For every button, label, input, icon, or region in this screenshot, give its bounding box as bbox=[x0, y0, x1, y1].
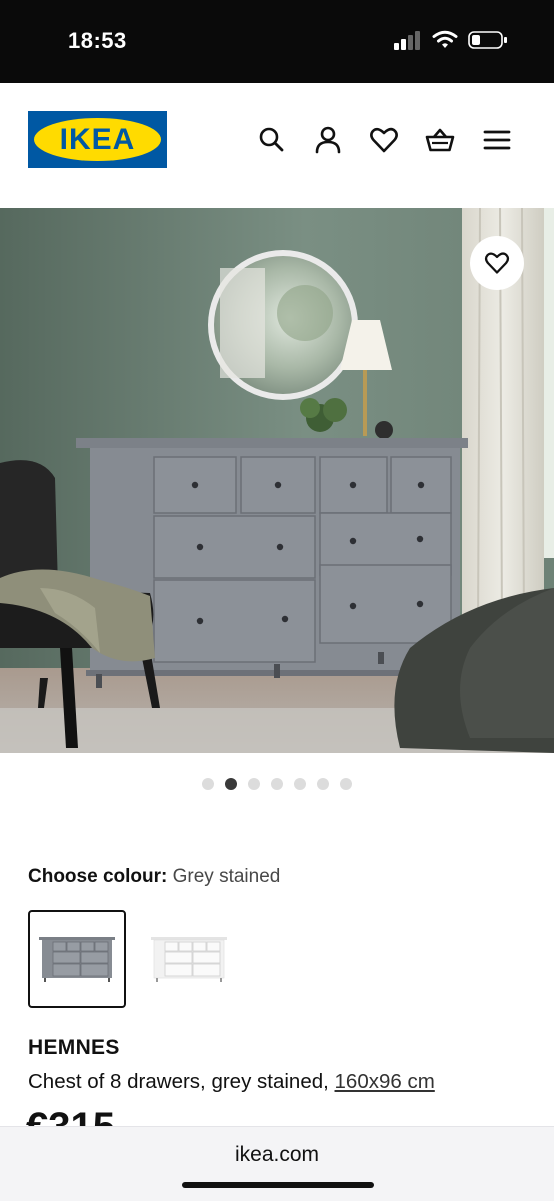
colour-swatch-white[interactable] bbox=[140, 910, 238, 1008]
heart-icon bbox=[484, 252, 510, 274]
search-icon[interactable] bbox=[257, 125, 287, 155]
add-to-favourites-button[interactable] bbox=[470, 236, 524, 290]
image-carousel-dots bbox=[0, 778, 554, 792]
bedroom-scene-illustration bbox=[0, 208, 554, 753]
product-price-text: €315 bbox=[26, 1104, 146, 1126]
product-description-text: Chest of 8 drawers, grey stained, bbox=[28, 1070, 335, 1093]
browser-url[interactable]: ikea.com bbox=[0, 1143, 554, 1167]
status-icons bbox=[394, 30, 508, 50]
product-description: Chest of 8 drawers, grey stained, 160x96… bbox=[28, 1070, 435, 1094]
account-icon[interactable] bbox=[313, 125, 343, 155]
basket-icon[interactable] bbox=[425, 125, 455, 155]
status-bar: 18:53 bbox=[0, 0, 554, 83]
signal-icon bbox=[394, 31, 420, 50]
product-price: €315 bbox=[26, 1104, 146, 1126]
ikea-logo[interactable]: IKEA bbox=[28, 111, 167, 168]
logo-oval: IKEA bbox=[34, 118, 161, 161]
battery-icon bbox=[468, 31, 507, 49]
status-time: 18:53 bbox=[68, 28, 127, 53]
selected-colour-value: Grey stained bbox=[172, 866, 281, 887]
white-dresser-thumbnail bbox=[151, 937, 227, 982]
colour-swatch-grey[interactable] bbox=[28, 910, 126, 1008]
colour-picker-label: Choose colour: Grey stained bbox=[28, 866, 280, 888]
carousel-dot[interactable] bbox=[225, 778, 237, 790]
favourites-icon[interactable] bbox=[369, 125, 399, 155]
browser-address-bar[interactable]: ikea.com bbox=[0, 1126, 554, 1201]
logo-text: IKEA bbox=[59, 123, 136, 156]
choose-colour-label: Choose colour: bbox=[28, 866, 168, 887]
menu-icon[interactable] bbox=[482, 125, 512, 155]
carousel-dot[interactable] bbox=[248, 778, 260, 790]
grey-dresser-thumbnail bbox=[39, 937, 115, 982]
carousel-dot[interactable] bbox=[317, 778, 329, 790]
site-header: IKEA bbox=[0, 83, 554, 208]
product-name: HEMNES bbox=[28, 1036, 120, 1059]
carousel-dot[interactable] bbox=[202, 778, 214, 790]
carousel-dot[interactable] bbox=[340, 778, 352, 790]
home-indicator[interactable] bbox=[182, 1182, 374, 1188]
carousel-dot[interactable] bbox=[294, 778, 306, 790]
product-image[interactable] bbox=[0, 208, 554, 753]
carousel-dot[interactable] bbox=[271, 778, 283, 790]
product-size-link[interactable]: 160x96 cm bbox=[335, 1070, 435, 1093]
wifi-icon bbox=[432, 30, 458, 48]
